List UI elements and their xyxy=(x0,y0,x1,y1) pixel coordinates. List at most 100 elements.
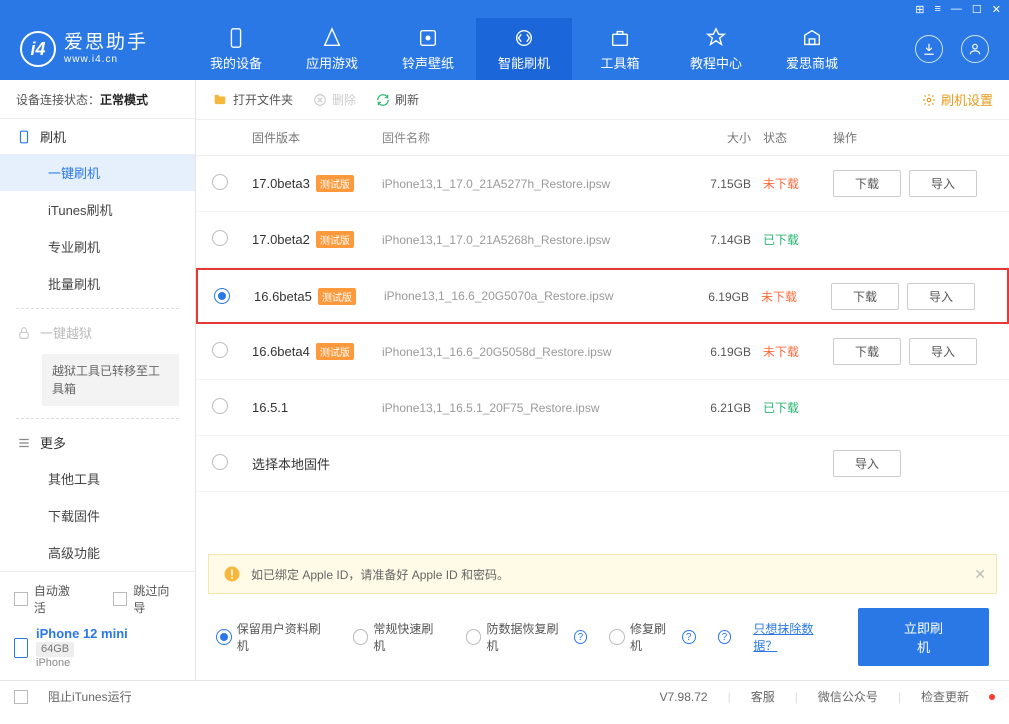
table-row-local[interactable]: 选择本地固件导入 xyxy=(196,436,1009,492)
flash-settings-button[interactable]: 刷机设置 xyxy=(922,90,993,109)
help-icon[interactable]: ? xyxy=(718,630,732,644)
nav-item-1[interactable]: 应用游戏 xyxy=(284,18,380,80)
download-button[interactable]: 下载 xyxy=(833,338,901,365)
sidebar-item-advanced[interactable]: 高级功能 xyxy=(0,534,195,571)
flash-now-button[interactable]: 立即刷机 xyxy=(858,608,989,666)
row-radio[interactable] xyxy=(212,174,228,190)
titlebar-btn-1[interactable]: ⊞ xyxy=(915,3,924,16)
skip-guide-checkbox[interactable] xyxy=(113,592,127,606)
download-icon[interactable] xyxy=(915,35,943,63)
footer-wechat[interactable]: 微信公众号 xyxy=(818,688,878,705)
block-itunes-checkbox[interactable] xyxy=(14,690,28,704)
firmware-version: 16.5.1 xyxy=(252,400,288,415)
titlebar-btn-2[interactable]: ≡ xyxy=(934,3,940,15)
titlebar-maximize[interactable]: ☐ xyxy=(972,3,982,16)
table-row[interactable]: 17.0beta3测试版iPhone13,1_17.0_21A5277h_Res… xyxy=(196,156,1009,212)
device-capacity: 64GB xyxy=(36,642,74,657)
firmware-size: 6.21GB xyxy=(710,401,751,415)
window-titlebar: ⊞ ≡ — ☐ ✕ xyxy=(0,0,1009,18)
table-row[interactable]: 16.6beta5测试版iPhone13,1_16.6_20G5070a_Res… xyxy=(196,268,1009,324)
footer-check-update[interactable]: 检查更新 xyxy=(921,688,969,705)
brand-name: 爱思助手 xyxy=(64,32,148,54)
flash-option-2[interactable]: 防数据恢复刷机 ? xyxy=(466,620,588,654)
nav-icon-6 xyxy=(801,27,823,49)
phone-icon xyxy=(16,129,32,145)
table-row[interactable]: 16.5.1iPhone13,1_16.5.1_20F75_Restore.ip… xyxy=(196,380,1009,436)
erase-only-link[interactable]: 只想抹除数据？ xyxy=(753,620,836,654)
warning-icon xyxy=(223,565,241,583)
import-button[interactable]: 导入 xyxy=(909,170,977,197)
firmware-name: iPhone13,1_17.0_21A5277h_Restore.ipsw xyxy=(382,177,610,191)
flash-option-3[interactable]: 修复刷机 ? xyxy=(609,620,695,654)
help-icon[interactable]: ? xyxy=(682,630,696,644)
row-radio[interactable] xyxy=(212,342,228,358)
flash-option-0[interactable]: 保留用户资料刷机 xyxy=(216,620,331,654)
titlebar-minimize[interactable]: — xyxy=(951,3,962,15)
firmware-name: iPhone13,1_16.6_20G5058d_Restore.ipsw xyxy=(382,345,612,359)
sidebar-item-batch[interactable]: 批量刷机 xyxy=(0,265,195,302)
import-button[interactable]: 导入 xyxy=(909,338,977,365)
nav-icon-4 xyxy=(609,27,631,49)
table-row[interactable]: 16.6beta4测试版iPhone13,1_16.6_20G5058d_Res… xyxy=(196,324,1009,380)
nav-item-6[interactable]: 爱思商城 xyxy=(764,18,860,80)
sidebar-item-other[interactable]: 其他工具 xyxy=(0,460,195,497)
warning-bar: 如已绑定 Apple ID，请准备好 Apple ID 和密码。 ✕ xyxy=(208,554,997,594)
titlebar-close[interactable]: ✕ xyxy=(992,3,1001,16)
sidebar-item-download[interactable]: 下载固件 xyxy=(0,497,195,534)
sidebar-item-oneclick[interactable]: 一键刷机 xyxy=(0,154,195,191)
option-radio[interactable] xyxy=(609,629,625,645)
sidebar-header-more[interactable]: 更多 xyxy=(0,425,195,460)
app-header: i4 爱思助手 www.i4.cn 我的设备应用游戏铃声壁纸智能刷机工具箱教程中… xyxy=(0,18,1009,80)
table-header: 固件版本 固件名称 大小 状态 操作 xyxy=(196,120,1009,156)
flash-option-1[interactable]: 常规快速刷机 xyxy=(353,620,444,654)
row-radio[interactable] xyxy=(212,454,228,470)
nav-item-4[interactable]: 工具箱 xyxy=(572,18,668,80)
refresh-button[interactable]: 刷新 xyxy=(376,91,419,108)
main-nav: 我的设备应用游戏铃声壁纸智能刷机工具箱教程中心爱思商城 xyxy=(188,18,915,80)
import-button[interactable]: 导入 xyxy=(907,283,975,310)
open-folder-button[interactable]: 打开文件夹 xyxy=(212,91,293,108)
auto-activate-checkbox[interactable] xyxy=(14,592,28,606)
row-radio[interactable] xyxy=(212,398,228,414)
nav-item-3[interactable]: 智能刷机 xyxy=(476,18,572,80)
sidebar-item-pro[interactable]: 专业刷机 xyxy=(0,228,195,265)
firmware-version: 16.6beta4 xyxy=(252,344,310,359)
auto-activate-label: 自动激活 xyxy=(34,582,82,616)
footer-support[interactable]: 客服 xyxy=(751,688,775,705)
firmware-status: 已下载 xyxy=(763,401,799,415)
warning-text: 如已绑定 Apple ID，请准备好 Apple ID 和密码。 xyxy=(251,566,509,583)
sidebar-bottom: 自动激活 跳过向导 iPhone 12 mini 64GB iPhone xyxy=(0,571,195,680)
beta-badge: 测试版 xyxy=(316,231,354,248)
nav-item-5[interactable]: 教程中心 xyxy=(668,18,764,80)
update-dot-icon xyxy=(989,694,995,700)
firmware-size: 7.15GB xyxy=(710,177,751,191)
option-radio[interactable] xyxy=(353,629,369,645)
sidebar-item-itunes[interactable]: iTunes刷机 xyxy=(0,191,195,228)
firmware-table: 17.0beta3测试版iPhone13,1_17.0_21A5277h_Res… xyxy=(196,156,1009,546)
nav-icon-5 xyxy=(705,27,727,49)
row-radio[interactable] xyxy=(212,230,228,246)
nav-icon-1 xyxy=(321,27,343,49)
download-button[interactable]: 下载 xyxy=(833,170,901,197)
import-button[interactable]: 导入 xyxy=(833,450,901,477)
skip-guide-label: 跳过向导 xyxy=(133,582,181,616)
download-button[interactable]: 下载 xyxy=(831,283,899,310)
help-icon[interactable]: ? xyxy=(574,630,588,644)
warning-close[interactable]: ✕ xyxy=(974,566,986,583)
user-icon[interactable] xyxy=(961,35,989,63)
option-radio[interactable] xyxy=(216,629,232,645)
firmware-name: iPhone13,1_17.0_21A5268h_Restore.ipsw xyxy=(382,233,610,247)
logo: i4 爱思助手 www.i4.cn xyxy=(20,31,148,67)
device-card[interactable]: iPhone 12 mini 64GB iPhone xyxy=(14,620,181,670)
nav-item-2[interactable]: 铃声壁纸 xyxy=(380,18,476,80)
app-version: V7.98.72 xyxy=(660,690,708,704)
nav-item-0[interactable]: 我的设备 xyxy=(188,18,284,80)
device-name: iPhone 12 mini xyxy=(36,626,128,642)
delete-button: 删除 xyxy=(313,91,356,108)
option-radio[interactable] xyxy=(466,629,482,645)
table-row[interactable]: 17.0beta2测试版iPhone13,1_17.0_21A5268h_Res… xyxy=(196,212,1009,268)
row-radio[interactable] xyxy=(214,288,230,304)
sidebar-header-flash[interactable]: 刷机 xyxy=(0,119,195,154)
firmware-name: iPhone13,1_16.6_20G5070a_Restore.ipsw xyxy=(384,289,614,303)
firmware-size: 7.14GB xyxy=(710,233,751,247)
